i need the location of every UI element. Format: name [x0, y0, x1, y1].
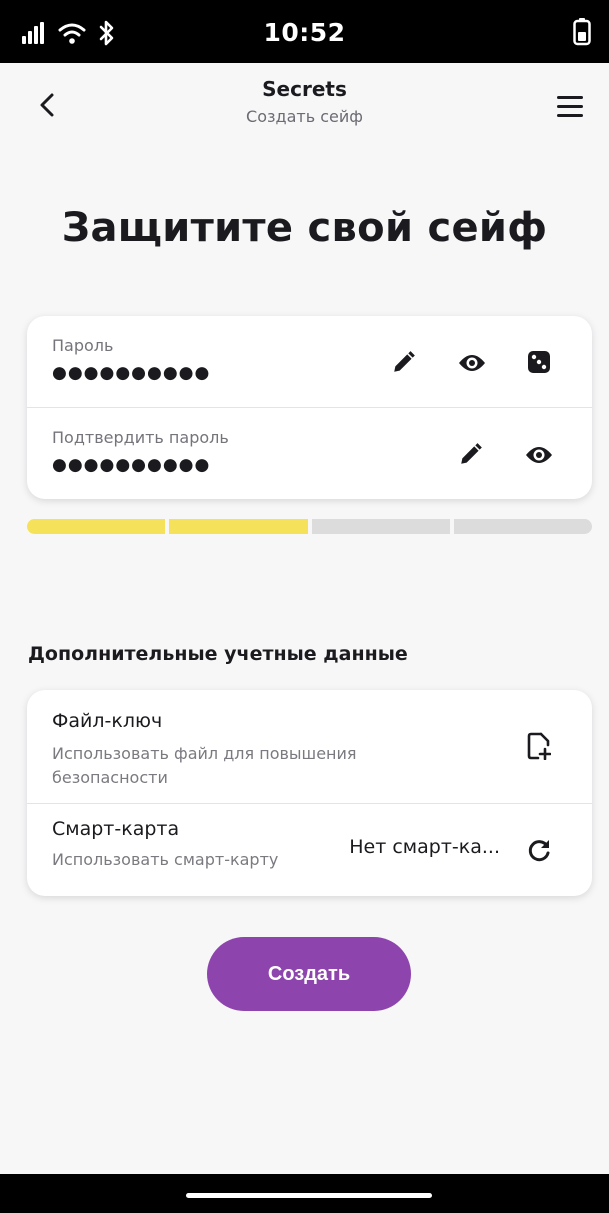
strength-segment	[453, 519, 592, 534]
refresh-icon	[528, 840, 550, 862]
password-edit-button[interactable]	[389, 347, 419, 377]
strength-segment	[169, 519, 308, 534]
confirm-visibility-button[interactable]	[524, 440, 554, 470]
password-strength-meter	[27, 519, 592, 534]
password-visibility-button[interactable]	[457, 348, 487, 378]
key-file-subtitle: Использовать файл для повышения безопасн…	[52, 744, 357, 787]
status-right-icons	[573, 18, 591, 50]
dice-icon	[528, 351, 550, 373]
app-subtitle: Создать сейф	[246, 107, 363, 126]
page-headline: Защитите свой сейф	[61, 205, 548, 251]
strength-segment	[27, 519, 166, 534]
confirm-edit-button[interactable]	[456, 439, 486, 469]
smart-card-title: Смарт-карта	[52, 818, 180, 840]
visibility-icon	[459, 355, 485, 371]
home-bar-area	[0, 1174, 609, 1213]
app-title: Secrets	[262, 77, 347, 101]
password-generate-button[interactable]	[524, 347, 554, 377]
create-button[interactable]: Создать	[207, 937, 411, 1011]
password-value[interactable]: ●●●●●●●●●●	[52, 363, 210, 383]
app-bar: Secrets Создать сейф	[0, 63, 609, 158]
menu-button[interactable]	[553, 89, 587, 123]
add-key-file-button[interactable]	[524, 731, 554, 761]
password-field[interactable]: Пароль ●●●●●●●●●●	[27, 316, 592, 408]
menu-icon	[557, 96, 583, 117]
key-file-title: Файл-ключ	[52, 710, 163, 732]
confirm-password-value[interactable]: ●●●●●●●●●●	[52, 455, 210, 475]
smart-card-status: Нет смарт-ка...	[349, 836, 500, 858]
battery-icon	[573, 18, 591, 46]
edit-icon	[394, 351, 415, 372]
visibility-icon	[526, 447, 552, 463]
key-file-row[interactable]: Файл-ключ Использовать файл для повышени…	[27, 690, 592, 804]
confirm-password-label: Подтвердить пароль	[52, 428, 229, 447]
password-label: Пароль	[52, 336, 114, 355]
extra-credentials-title: Дополнительные учетные данные	[28, 643, 408, 665]
add-file-icon	[527, 732, 551, 760]
status-time: 10:52	[263, 18, 346, 47]
smart-card-row[interactable]: Смарт-карта Использовать смарт-карту Нет…	[27, 804, 592, 896]
extra-credentials-card: Файл-ключ Использовать файл для повышени…	[27, 690, 592, 896]
status-bar: 10:52	[0, 0, 609, 63]
edit-icon	[461, 443, 482, 464]
password-card: Пароль ●●●●●●●●●● Подтвердить пароль ●●●…	[27, 316, 592, 499]
home-indicator[interactable]	[186, 1193, 432, 1198]
confirm-password-field[interactable]: Подтвердить пароль ●●●●●●●●●●	[27, 408, 592, 499]
strength-segment	[311, 519, 450, 534]
refresh-smart-card-button[interactable]	[524, 836, 554, 866]
